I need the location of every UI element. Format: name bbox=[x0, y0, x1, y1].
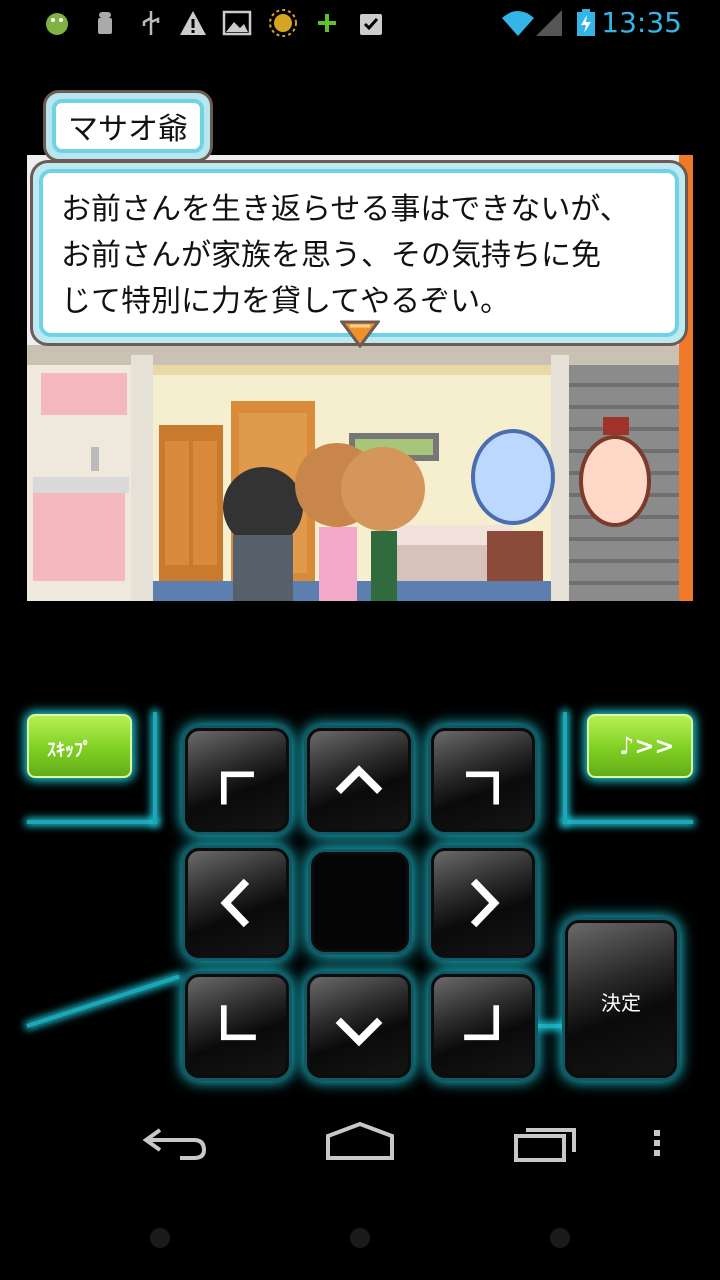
glow-line bbox=[563, 820, 693, 824]
android-robot-icon bbox=[98, 12, 112, 34]
dpad-up-right-button[interactable] bbox=[431, 728, 535, 832]
skip-button[interactable]: ｽｷｯﾌﾟ bbox=[27, 714, 132, 778]
sun-badge-icon bbox=[269, 9, 297, 37]
dialogue-line: じて特別に力を貸してやるぞい。 bbox=[61, 284, 511, 319]
dpad-right-button[interactable] bbox=[431, 848, 535, 958]
glow-line bbox=[26, 974, 180, 1028]
dpad-down-button[interactable] bbox=[307, 974, 411, 1078]
next-page-arrow-icon[interactable] bbox=[340, 320, 380, 348]
arrow-left-icon bbox=[220, 878, 250, 928]
dialogue-text: お前さんを生き返らせる事はできないが、 お前さんが家族を思う、その気持ちに免 じ… bbox=[39, 169, 679, 337]
usb-icon bbox=[142, 11, 160, 35]
dpad-down-left-button[interactable] bbox=[185, 974, 289, 1078]
speaker-tag: マサオ爺 bbox=[43, 90, 213, 162]
back-icon[interactable] bbox=[140, 1120, 210, 1164]
arrow-down-left-icon bbox=[220, 1005, 256, 1041]
arrow-up-left-icon bbox=[220, 771, 254, 805]
home-icon[interactable] bbox=[324, 1120, 396, 1164]
speaker-name: マサオ爺 bbox=[52, 99, 204, 153]
dpad-up-button[interactable] bbox=[307, 728, 411, 832]
status-bar: 13:35 bbox=[0, 0, 720, 48]
arrow-down-icon bbox=[335, 1017, 383, 1047]
recent-apps-icon[interactable] bbox=[512, 1120, 582, 1164]
plus-icon bbox=[318, 14, 336, 32]
dpad-left-button[interactable] bbox=[185, 848, 289, 958]
glow-line bbox=[537, 1024, 567, 1028]
image-icon bbox=[222, 10, 252, 36]
arrow-up-icon bbox=[335, 765, 383, 794]
dpad-up-left-button[interactable] bbox=[185, 728, 289, 832]
warning-icon bbox=[180, 11, 206, 35]
hardware-dot bbox=[550, 1228, 570, 1248]
room-illustration bbox=[27, 345, 693, 601]
virtual-controller: ｽｷｯﾌﾟ ♪>> 決定 bbox=[26, 712, 693, 1092]
dpad-down-right-button[interactable] bbox=[431, 974, 535, 1078]
arrow-up-right-icon bbox=[466, 771, 500, 805]
battery-charging-icon bbox=[577, 9, 595, 36]
overflow-menu-icon[interactable] bbox=[650, 1120, 664, 1164]
room-scene bbox=[27, 345, 693, 601]
confirm-button[interactable]: 決定 bbox=[565, 920, 677, 1078]
wifi-icon bbox=[502, 11, 534, 36]
signal-icon bbox=[536, 10, 562, 36]
dpad-center-button[interactable] bbox=[311, 852, 409, 952]
arrow-down-right-icon bbox=[464, 1005, 500, 1041]
hardware-dot bbox=[150, 1228, 170, 1248]
glow-line bbox=[563, 712, 567, 824]
dialogue-line: お前さんを生き返らせる事はできないが、 bbox=[61, 192, 630, 227]
hardware-dot bbox=[350, 1228, 370, 1248]
glow-line bbox=[153, 712, 157, 824]
clock: 13:35 bbox=[601, 6, 682, 39]
arrow-right-icon bbox=[470, 878, 500, 928]
glow-line bbox=[27, 820, 157, 824]
confirm-label: 決定 bbox=[601, 991, 641, 1015]
android-bug-icon bbox=[46, 13, 68, 35]
dialogue-box[interactable]: お前さんを生き返らせる事はできないが、 お前さんが家族を思う、その気持ちに免 じ… bbox=[30, 160, 688, 346]
clipboard-check-icon bbox=[360, 14, 382, 35]
dialogue-line: お前さんが家族を思う、その気持ちに免 bbox=[61, 238, 601, 273]
music-fast-forward-button[interactable]: ♪>> bbox=[587, 714, 693, 778]
